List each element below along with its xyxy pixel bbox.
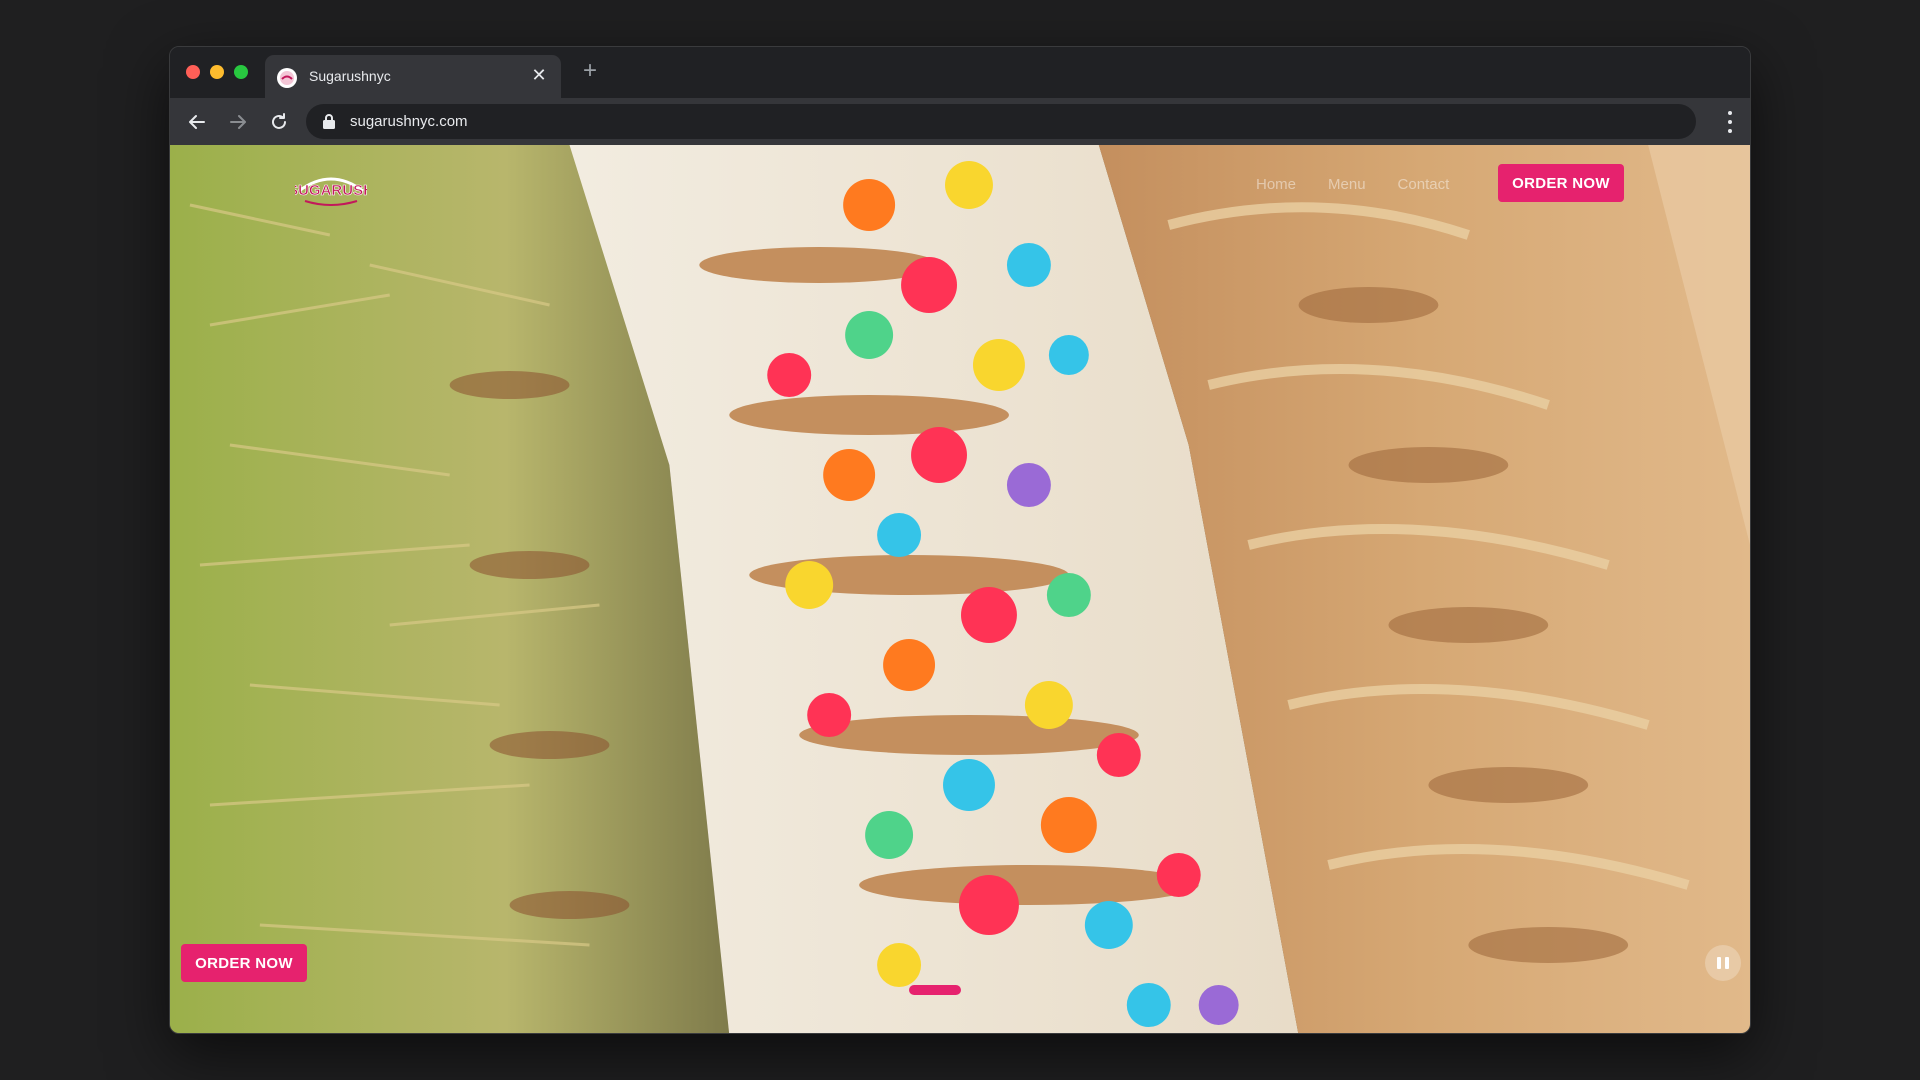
order-now-footer-button[interactable]: ORDER NOW	[181, 944, 307, 982]
sugarush-logo-icon	[277, 68, 297, 88]
tab-strip: Sugarushnyc ✕ +	[170, 47, 1750, 98]
close-window-button[interactable]	[186, 65, 200, 79]
close-icon[interactable]: ✕	[529, 65, 549, 85]
site-nav: Home Menu Contact	[1256, 176, 1449, 193]
page-viewport: SUGARUSH Home Menu Contact ORDER NOW ORD…	[170, 145, 1750, 1033]
slider-indicator[interactable]	[909, 985, 961, 995]
url-text: sugarushnyc.com	[350, 113, 468, 130]
nav-contact[interactable]: Contact	[1398, 176, 1450, 193]
pause-icon[interactable]	[1705, 945, 1741, 981]
order-now-header-button[interactable]: ORDER NOW	[1498, 164, 1624, 202]
reload-icon[interactable]	[266, 109, 292, 135]
nav-home[interactable]: Home	[1256, 176, 1296, 193]
minimize-window-button[interactable]	[210, 65, 224, 79]
tab-sugarushnyc[interactable]: Sugarushnyc ✕	[265, 55, 561, 98]
arrow-right-icon[interactable]	[225, 109, 251, 135]
browser-toolbar: sugarushnyc.com	[170, 98, 1750, 145]
address-bar[interactable]: sugarushnyc.com	[306, 104, 1696, 139]
browser-window: Sugarushnyc ✕ + sugarushnyc.com UGARUS H…	[169, 46, 1751, 1034]
plus-icon[interactable]: +	[578, 59, 602, 83]
nav-menu[interactable]: Menu	[1328, 176, 1366, 193]
maximize-window-button[interactable]	[234, 65, 248, 79]
sugarush-logo[interactable]: SUGARUSH	[288, 161, 374, 209]
hero-dessert-image	[170, 145, 1750, 1033]
arrow-left-icon[interactable]	[184, 109, 210, 135]
kebab-menu-icon[interactable]	[1720, 111, 1740, 133]
tab-title: Sugarushnyc	[309, 68, 391, 84]
logo-text: SUGARUSH	[295, 182, 367, 199]
lock-icon	[323, 114, 335, 129]
